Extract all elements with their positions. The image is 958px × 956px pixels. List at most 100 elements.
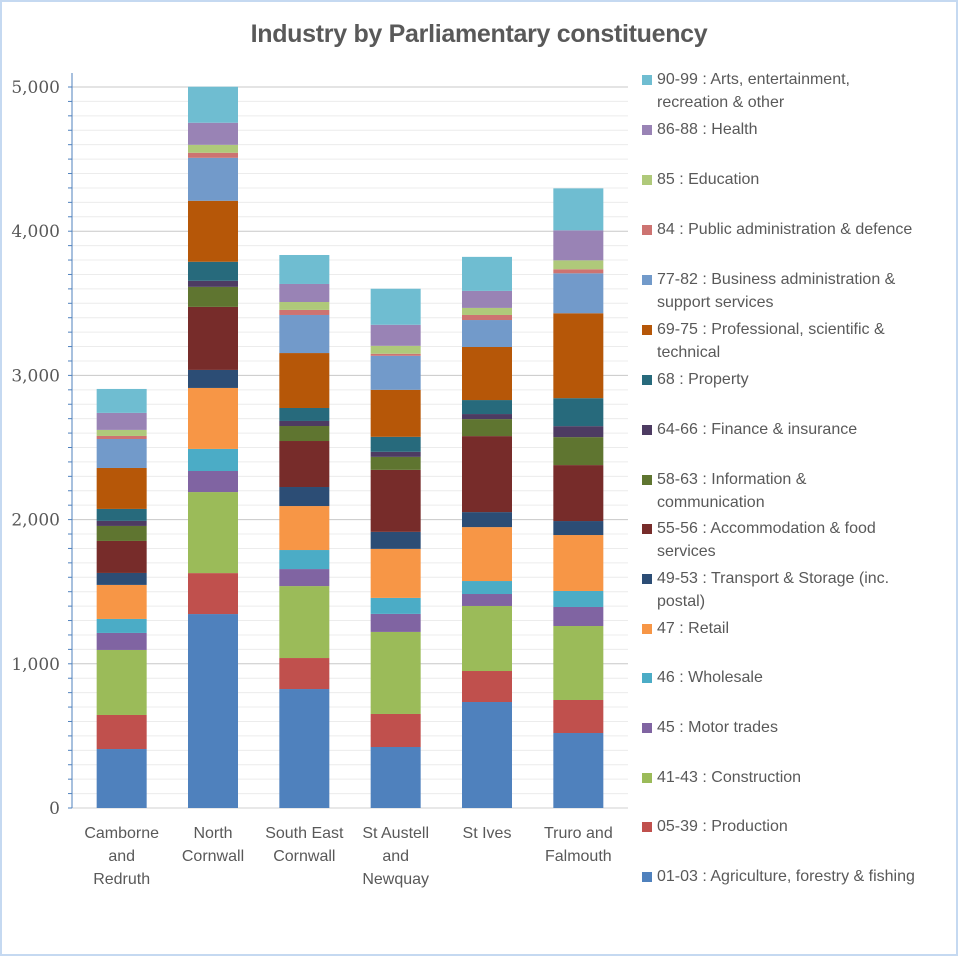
y-tick-label: 2,000 <box>11 511 60 531</box>
y-tick-label: 5,000 <box>11 78 60 98</box>
bar-segment <box>370 389 421 437</box>
bar-segment <box>370 713 421 748</box>
bar-segment <box>188 261 238 281</box>
bar-segment <box>553 426 604 438</box>
y-tick-label: 4,000 <box>11 222 60 242</box>
bar-segment <box>462 256 512 291</box>
bar-segment <box>370 324 421 346</box>
bar-segment <box>370 469 421 532</box>
bar-segment <box>370 613 421 632</box>
legend-label: 01-03 : Agriculture, forestry & fishing <box>657 868 915 885</box>
legend-label: 58-63 : Information & communication <box>657 471 807 511</box>
bar-segment <box>279 569 330 587</box>
bar-segment <box>553 273 604 314</box>
bar-segment <box>96 438 147 468</box>
legend-item: 64-66 : Finance & insurance <box>642 418 947 441</box>
legend-swatch-icon <box>642 574 652 584</box>
legend-item: 85 : Education <box>642 168 947 191</box>
bar-segment <box>370 548 421 598</box>
bar-segment <box>553 535 604 591</box>
bar-segment <box>96 749 147 808</box>
bar-segment <box>462 594 512 606</box>
x-category-label: Cornwall <box>273 848 335 865</box>
x-category-label: St Austell <box>362 825 429 842</box>
bar-segment <box>553 626 604 700</box>
legend-label: 69-75 : Professional, scientific & techni… <box>657 321 885 361</box>
legend-item: 86-88 : Health <box>642 118 947 141</box>
bar-segment <box>553 521 604 536</box>
bar-segment <box>462 414 512 420</box>
legend-label: 90-99 : Arts, entertainment, recreation &… <box>657 71 850 111</box>
gridlines <box>72 86 628 809</box>
bar-segment <box>462 290 512 308</box>
legend-swatch-icon <box>642 375 652 385</box>
legend-swatch-icon <box>642 475 652 485</box>
bar-segment <box>279 658 330 690</box>
legend-label: 45 : Motor trades <box>657 719 778 736</box>
y-tick-label: 0 <box>49 799 60 819</box>
bar-segment <box>188 286 238 307</box>
bar-segment <box>96 525 147 541</box>
legend-label: 49-53 : Transport & Storage (inc. postal) <box>657 570 890 610</box>
legend-swatch-icon <box>642 125 652 135</box>
bar-segment <box>279 420 330 427</box>
bar-segment <box>188 280 238 287</box>
bar-segment <box>462 400 512 415</box>
legend-item: 49-53 : Transport & Storage (inc. postal) <box>642 567 947 613</box>
bar-segment <box>96 429 147 436</box>
bar-segment <box>279 441 330 488</box>
bar-segment <box>96 584 147 619</box>
legend-label: 85 : Education <box>657 171 760 188</box>
bar-segment <box>96 649 147 715</box>
bar-segment <box>188 157 238 201</box>
bar-segment <box>462 527 512 582</box>
x-category-label: Falmouth <box>545 848 612 865</box>
bar-segment <box>96 540 147 573</box>
legend-swatch-icon <box>642 822 652 832</box>
legend-swatch-icon <box>642 325 652 335</box>
legend-item: 41-43 : Construction <box>642 766 947 789</box>
bar-segment <box>370 597 421 614</box>
bar-segment <box>370 456 421 470</box>
legend-item: 69-75 : Professional, scientific & techni… <box>642 318 947 364</box>
bar-segment <box>370 451 421 457</box>
bar-segment <box>279 314 330 354</box>
bar-segment <box>188 306 238 370</box>
legend-label: 84 : Public administration & defence <box>657 221 913 238</box>
bar-segment <box>279 302 330 310</box>
legend-label: 05-39 : Production <box>657 818 788 835</box>
y-tick-label: 3,000 <box>11 366 60 386</box>
legend-item: 46 : Wholesale <box>642 666 947 689</box>
bar-segment <box>553 590 604 607</box>
bar-segment <box>370 355 421 390</box>
bar-segment <box>96 435 147 439</box>
legend-swatch-icon <box>642 175 652 185</box>
legend-swatch-icon <box>642 723 652 733</box>
legend-swatch-icon <box>642 425 652 435</box>
bar-segment <box>462 605 512 672</box>
y-tick-labels: 0 1,000 2,000 3,000 4,000 5,000 <box>11 78 60 819</box>
bar-segment <box>553 398 604 427</box>
bar-segment <box>188 144 238 153</box>
bar-segment <box>370 288 421 325</box>
legend-swatch-icon <box>642 872 652 882</box>
bar-segment <box>370 747 421 808</box>
legend-item: 68 : Property <box>642 368 947 391</box>
legend-item: 47 : Retail <box>642 617 947 640</box>
legend-swatch-icon <box>642 225 652 235</box>
legend-item: 55-56 : Accommodation & food services <box>642 517 947 563</box>
bar-segment <box>188 86 238 123</box>
bar-segment <box>188 492 238 574</box>
bar-segment <box>553 733 604 808</box>
bar-segment <box>96 388 147 413</box>
bar-segment <box>279 550 330 570</box>
bar-segment <box>462 436 512 513</box>
bar-segment <box>462 314 512 321</box>
bar-segment <box>279 254 330 284</box>
bar-segment <box>96 508 147 521</box>
bar-segment <box>279 407 330 421</box>
y-tick-label: 1,000 <box>11 655 60 675</box>
bar-segment <box>188 614 238 808</box>
bar-segment <box>370 345 421 354</box>
bar-segment <box>279 506 330 551</box>
